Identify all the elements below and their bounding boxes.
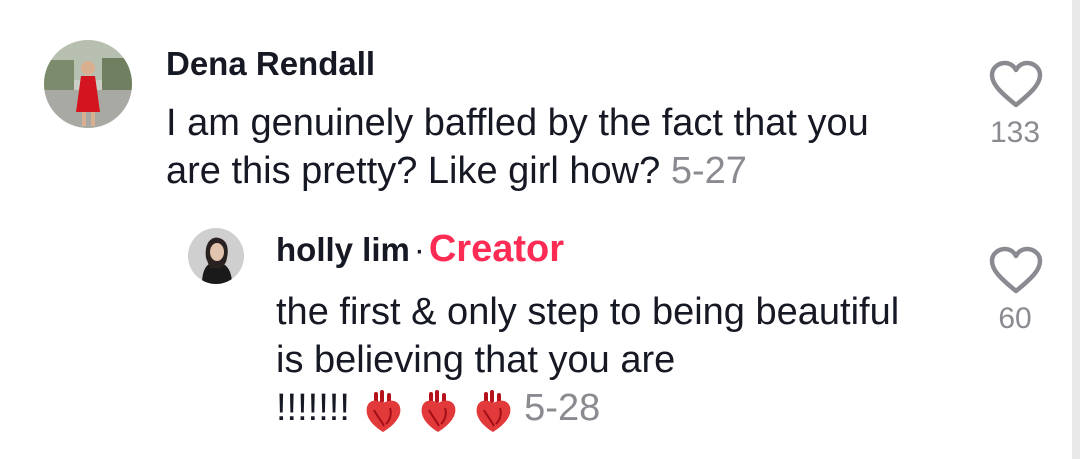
creator-badge: Creator	[428, 228, 565, 270]
avatar-photo	[188, 228, 244, 284]
separator-dot: ·	[413, 231, 425, 268]
avatar-photo	[44, 40, 132, 128]
reply-author[interactable]: holly lim	[276, 231, 410, 268]
comment-author[interactable]: Dena Rendall	[166, 44, 375, 84]
reply-author-line: holly lim · Creator	[276, 229, 564, 270]
heart-outline-icon	[989, 60, 1043, 108]
comment-text: I am genuinely baffled by the fact that …	[166, 99, 926, 195]
reply-timestamp: 5-28	[524, 387, 601, 429]
reply-exclaim: !!!!!!!	[276, 387, 350, 429]
anatomical-heart-icon	[476, 390, 510, 433]
heart-emoji-group	[360, 385, 513, 434]
reply-like-button[interactable]	[988, 246, 1044, 296]
heart-outline-icon	[989, 246, 1043, 294]
anatomical-heart-icon	[367, 390, 401, 433]
like-count: 133	[989, 116, 1041, 149]
scrollbar[interactable]	[1072, 0, 1080, 459]
avatar[interactable]	[44, 40, 132, 128]
reply-text: the first & only step to being beautiful…	[276, 288, 936, 434]
comment-timestamp: 5-27	[670, 150, 747, 192]
reply-body: the first & only step to being beautiful…	[276, 291, 900, 381]
comment-body: I am genuinely baffled by the fact that …	[166, 102, 869, 192]
like-button[interactable]	[988, 60, 1044, 110]
anatomical-heart-icon	[421, 390, 456, 433]
reply-avatar[interactable]	[188, 228, 244, 284]
reply-like-count: 60	[998, 302, 1032, 335]
